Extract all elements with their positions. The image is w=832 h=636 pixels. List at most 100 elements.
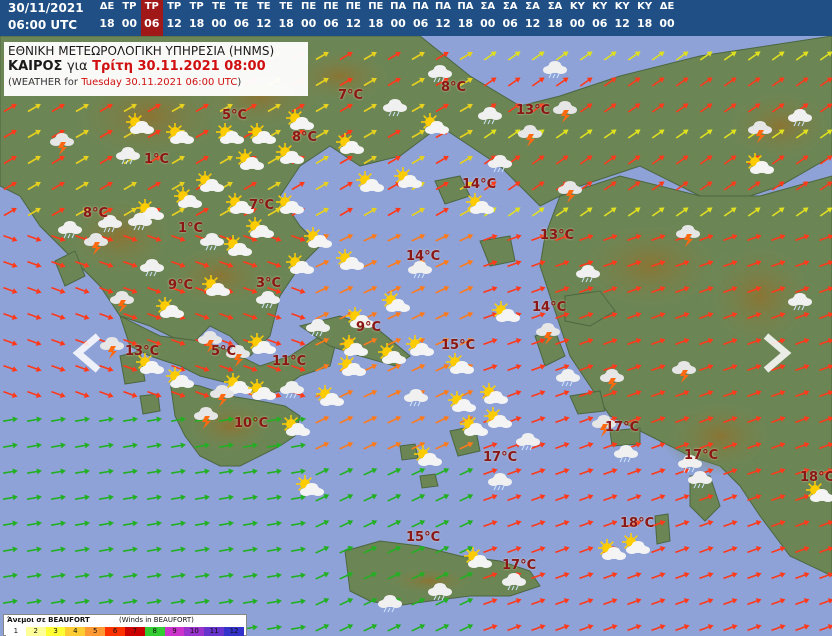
time-slot-day: ΠΕ	[368, 1, 384, 12]
time-slot-hour: 12	[614, 17, 630, 30]
wind-arrow-icon	[242, 520, 258, 527]
wind-arrow-icon	[435, 234, 450, 242]
time-slot[interactable]: ΤΕ 12	[253, 0, 275, 36]
wind-arrow-icon	[555, 598, 570, 606]
wind-arrow-icon	[98, 520, 114, 527]
wind-arrow-icon	[2, 442, 18, 449]
wind-arrow-icon	[122, 416, 138, 423]
time-slot-hour: 12	[166, 17, 182, 30]
wind-arrow-icon	[50, 546, 66, 553]
time-slot[interactable]: ΠΑ 18	[454, 0, 476, 36]
wind-arrow-icon	[122, 546, 138, 553]
wind-arrow-icon	[315, 624, 330, 632]
wind-arrow-icon	[459, 234, 474, 242]
time-slot[interactable]: ΔΕ 00	[656, 0, 678, 36]
time-slot[interactable]: ΣΑ 00	[477, 0, 499, 36]
previous-arrow-button[interactable]	[68, 330, 108, 376]
wind-arrow-icon	[483, 598, 498, 606]
time-slot[interactable]: ΤΡ 12	[163, 0, 185, 36]
wind-arrow-icon	[26, 520, 42, 527]
time-slot-hour: 06	[412, 17, 429, 30]
cloud-icon	[488, 473, 512, 491]
wind-arrow-icon	[315, 207, 329, 217]
time-slot[interactable]: ΤΕ 18	[275, 0, 297, 36]
wind-arrow-icon	[170, 572, 186, 579]
wind-arrow-icon	[459, 155, 473, 165]
time-slot[interactable]: ΔΕ 18	[96, 0, 118, 36]
legend-scale-cell: 4	[65, 627, 86, 636]
time-slot[interactable]: ΚΥ 00	[566, 0, 588, 36]
time-slot[interactable]: ΤΡ 18	[186, 0, 208, 36]
time-slot[interactable]: ΣΑ 18	[544, 0, 566, 36]
legend-title-en: (Winds in BEAUFORT)	[119, 616, 194, 624]
wind-arrow-icon	[627, 51, 641, 61]
time-slot[interactable]: ΠΑ 00	[387, 0, 409, 36]
forecast-header: ΕΘΝΙΚΗ ΜΕΤΕΩΡΟΛΟΓΙΚΗ ΥΠΗΡΕΣΙΑ (HNMS) ΚΑΙ…	[4, 42, 308, 96]
wind-arrow-icon	[74, 546, 90, 553]
wind-arrow-icon	[51, 312, 66, 320]
sun-cloud-icon	[492, 301, 520, 322]
time-slot-hour: 00	[659, 17, 675, 30]
time-slot[interactable]: ΤΕ 06	[230, 0, 252, 36]
wind-arrow-icon	[555, 442, 570, 450]
time-slot[interactable]: ΠΑ 06	[410, 0, 432, 36]
time-slot[interactable]: ΚΥ 12	[611, 0, 633, 36]
wind-arrow-icon	[435, 286, 450, 294]
legend-scale-cell: 6	[105, 627, 125, 636]
wind-arrow-icon	[26, 494, 42, 501]
wind-arrow-icon	[339, 234, 354, 242]
time-slot[interactable]: ΣΑ 06	[499, 0, 521, 36]
legend-scale-cell: 12	[224, 627, 244, 636]
wind-arrow-icon	[387, 416, 402, 424]
time-slot[interactable]: ΤΡ 06	[140, 0, 163, 36]
time-slot[interactable]: ΠΕ 12	[342, 0, 364, 36]
time-slot-hour: 06	[144, 17, 160, 30]
time-slot[interactable]: ΠΑ 12	[432, 0, 454, 36]
wind-arrow-icon	[266, 572, 282, 579]
time-slot[interactable]: ΣΑ 12	[522, 0, 544, 36]
time-slot[interactable]: ΚΥ 06	[589, 0, 611, 36]
time-slot[interactable]: ΠΕ 18	[365, 0, 387, 36]
wind-arrow-icon	[747, 520, 762, 528]
wind-arrow-icon	[507, 468, 522, 476]
wind-arrow-icon	[194, 572, 210, 579]
wind-arrow-icon	[387, 624, 402, 632]
time-slot[interactable]: ΚΥ 18	[634, 0, 656, 36]
time-slot[interactable]: ΠΕ 00	[298, 0, 320, 36]
wind-arrow-icon	[363, 468, 378, 476]
wind-arrow-icon	[339, 442, 354, 450]
wind-arrow-icon	[459, 286, 474, 294]
wind-arrow-icon	[531, 468, 546, 476]
temperature-label: 8°C	[292, 130, 318, 145]
wind-arrow-icon	[459, 260, 474, 268]
time-slot-hour: 12	[435, 17, 451, 30]
wind-arrow-icon	[50, 442, 66, 449]
wind-arrow-icon	[26, 468, 42, 475]
wind-arrow-icon	[315, 598, 330, 606]
temperature-label: 11°C	[272, 354, 307, 369]
wind-arrow-icon	[339, 494, 354, 502]
time-slot[interactable]: ΠΕ 06	[320, 0, 342, 36]
wind-arrow-icon	[603, 572, 618, 580]
sun-cloud-icon	[356, 171, 384, 192]
time-slot-hour: 06	[233, 17, 250, 30]
temperature-label: 1°C	[178, 221, 204, 236]
sun-cloud-icon	[466, 193, 494, 214]
wind-arrow-icon	[483, 338, 498, 346]
time-slot[interactable]: ΤΡ 00	[118, 0, 140, 36]
temperature-label: 13°C	[540, 228, 575, 243]
wind-arrow-icon	[242, 572, 258, 579]
wind-arrow-icon	[122, 442, 138, 449]
legend-scale-cell: 10	[184, 627, 205, 636]
wind-arrow-icon	[194, 546, 210, 553]
next-arrow-button[interactable]	[756, 330, 796, 376]
wind-arrow-icon	[387, 234, 402, 242]
wind-arrow-icon	[627, 598, 642, 606]
time-slot-day: ΠΑ	[412, 1, 429, 12]
wind-arrow-icon	[531, 286, 546, 294]
temperature-label: 18°C	[800, 470, 832, 485]
wind-arrow-icon	[98, 468, 114, 475]
wind-arrow-icon	[363, 494, 378, 502]
temperature-label: 18°C	[620, 516, 655, 531]
time-slot[interactable]: ΤΕ 00	[208, 0, 230, 36]
